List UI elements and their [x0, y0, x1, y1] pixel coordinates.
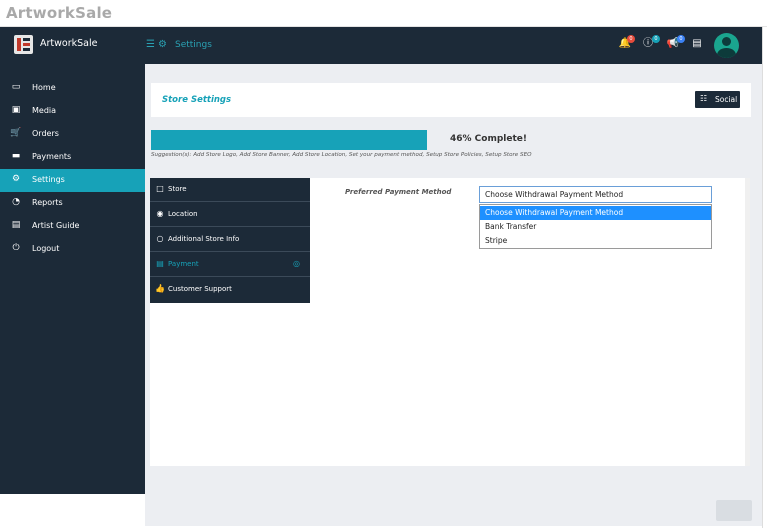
document-icon[interactable]: ▤: [690, 37, 704, 51]
payment-method-dropdown: Choose Withdrawal Payment Method Bank Tr…: [479, 204, 712, 249]
pie-chart-icon: ◔: [12, 197, 20, 207]
sidebar-item-artist-guide[interactable]: ▤ Artist Guide: [0, 215, 145, 238]
payment-method-label: Preferred Payment Method: [345, 188, 452, 196]
active-indicator-icon: ◎: [293, 259, 300, 268]
power-icon: ⏻: [12, 243, 20, 253]
tab-label: Location: [168, 210, 198, 218]
sidebar-item-label: Orders: [32, 129, 59, 138]
sidebar-item-home[interactable]: ▭ Home: [0, 77, 145, 100]
gears-icon: ⚙: [158, 39, 167, 50]
site-title-bar: ArtworkSale: [0, 0, 767, 27]
page-title: Store Settings: [162, 95, 232, 105]
money-icon: ▤: [156, 259, 164, 268]
tab-label: Payment: [168, 260, 199, 268]
progress-label: 46% Complete!: [450, 134, 527, 144]
brand-logo[interactable]: [14, 35, 33, 54]
tab-label: Store: [168, 185, 187, 193]
help-badge: 0: [652, 35, 660, 43]
sidebar-item-label: Settings: [32, 175, 65, 184]
progress-suggestion: Suggestion(s): Add Store Logo, Add Store…: [151, 152, 532, 158]
window-edge: [762, 27, 767, 528]
payment-method-select[interactable]: Choose Withdrawal Payment Method: [479, 186, 712, 203]
avatar[interactable]: [714, 33, 739, 58]
breadcrumb: Settings: [175, 40, 212, 50]
thumbs-up-icon: 👍: [155, 284, 165, 293]
brand-name[interactable]: ArtworkSale: [40, 38, 97, 49]
tab-label: Customer Support: [168, 285, 232, 293]
sidebar-item-media[interactable]: ▣ Media: [0, 100, 145, 123]
tab-store[interactable]: □ Store: [150, 178, 310, 202]
tab-payment[interactable]: ▤ Payment ◎: [150, 253, 310, 277]
sidebar-item-payments[interactable]: ▬ Payments: [0, 146, 145, 169]
circle-icon: ○: [156, 234, 164, 243]
dropdown-option[interactable]: Bank Transfer: [480, 220, 711, 234]
tab-customer-support[interactable]: 👍 Customer Support: [150, 278, 310, 302]
monitor-icon: ▭: [11, 82, 21, 92]
sidebar-item-label: Logout: [32, 244, 60, 253]
menu-toggle-icon[interactable]: ☰: [146, 39, 155, 50]
site-title[interactable]: ArtworkSale: [6, 4, 112, 22]
page-header-card: [151, 83, 751, 117]
scrollbar[interactable]: [745, 178, 750, 466]
sidebar-item-label: Reports: [32, 198, 63, 207]
progress-bar: [151, 130, 427, 150]
users-icon: ☷: [700, 94, 708, 103]
sidebar-item-settings[interactable]: ⚙ Settings: [0, 169, 145, 192]
announcements-badge: 0: [677, 35, 685, 43]
notifications-badge: 0: [627, 35, 635, 43]
cart-icon: 🛒: [10, 128, 22, 138]
globe-icon: ◉: [156, 209, 164, 218]
image-icon: ▣: [11, 105, 21, 115]
store-icon: □: [156, 184, 164, 193]
tab-additional-store-info[interactable]: ○ Additional Store Info: [150, 228, 310, 252]
save-button[interactable]: [716, 500, 752, 521]
sidebar-item-reports[interactable]: ◔ Reports: [0, 192, 145, 215]
sidebar-item-label: Payments: [32, 152, 72, 161]
tab-location[interactable]: ◉ Location: [150, 203, 310, 227]
sidebar-item-label: Home: [32, 83, 56, 92]
tab-label: Additional Store Info: [168, 235, 240, 243]
book-icon: ▤: [11, 220, 21, 230]
sidebar-item-label: Media: [32, 106, 57, 115]
dropdown-option[interactable]: Stripe: [480, 234, 711, 248]
dropdown-option[interactable]: Choose Withdrawal Payment Method: [480, 206, 711, 220]
selected-value: Choose Withdrawal Payment Method: [485, 190, 624, 199]
sidebar-item-label: Artist Guide: [32, 221, 80, 230]
sidebar-item-orders[interactable]: 🛒 Orders: [0, 123, 145, 146]
social-button[interactable]: ☷ Social: [695, 91, 740, 108]
social-button-label: Social: [715, 95, 738, 104]
gears-icon: ⚙: [11, 174, 21, 184]
credit-card-icon: ▬: [11, 151, 21, 161]
sidebar-item-logout[interactable]: ⏻ Logout: [0, 238, 145, 261]
